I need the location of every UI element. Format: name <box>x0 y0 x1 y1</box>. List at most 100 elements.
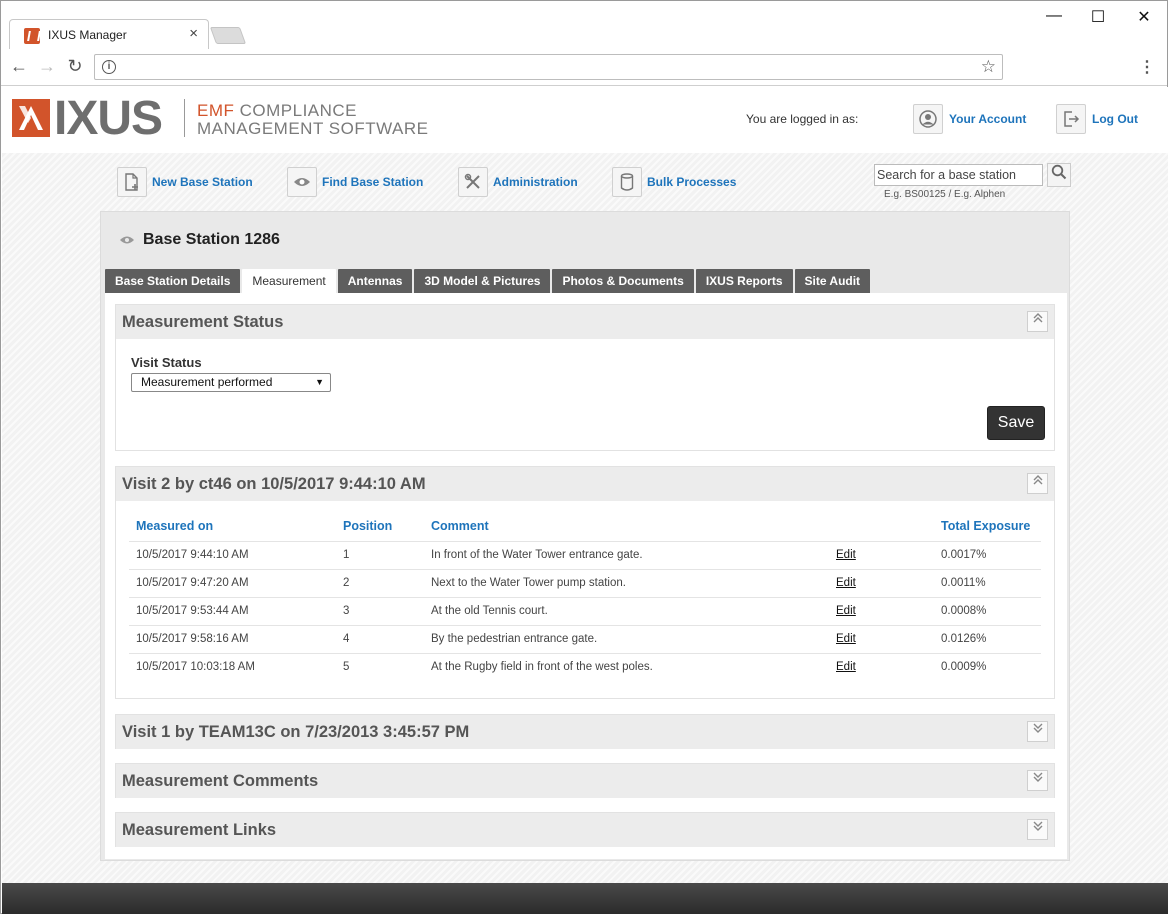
column-header-position[interactable]: Position <box>336 511 424 541</box>
table-row: 10/5/2017 9:47:20 AM 2 Next to the Water… <box>129 568 1041 597</box>
tab-photos-documents[interactable]: Photos & Documents <box>552 269 694 293</box>
panel-header[interactable]: Measurement Links <box>116 813 1054 847</box>
minimize-button[interactable]: — <box>1031 7 1077 25</box>
panel-header[interactable]: Measurement Comments <box>116 764 1054 798</box>
base-station-title: Base Station 1286 <box>143 231 280 248</box>
nav-find-base-station[interactable]: Find Base Station <box>287 167 423 197</box>
address-bar[interactable]: i ☆ <box>94 54 1003 80</box>
visit-status-label: Visit Status <box>131 355 202 370</box>
visit-2-panel: Visit 2 by ct46 on 10/5/2017 9:44:10 AM … <box>115 466 1055 699</box>
base-station-search-input[interactable] <box>874 164 1043 186</box>
measurement-tab-body: Measurement Status Visit Status Measurem… <box>105 293 1067 859</box>
visit-1-panel[interactable]: Visit 1 by TEAM13C on 7/23/2013 3:45:57 … <box>115 714 1055 749</box>
measured-on-cell: 10/5/2017 10:03:18 AM <box>129 652 336 681</box>
comment-cell: By the pedestrian entrance gate. <box>424 624 829 653</box>
base-station-card: Base Station 1286 Base Station Details M… <box>100 211 1070 861</box>
browser-toolbar: ← → ↻ i ☆ ⋮ <box>1 49 1167 86</box>
page-footer <box>2 883 1168 914</box>
browser-menu-icon[interactable]: ⋮ <box>1139 57 1155 77</box>
new-tab-button[interactable] <box>209 27 247 44</box>
browser-window: IXUS Manager × — ☐ ✕ ← → ↻ i ☆ ⋮ IXUS EM… <box>0 0 1168 914</box>
comment-cell: At the Rugby field in front of the west … <box>424 652 829 681</box>
expand-down-icon[interactable] <box>1027 819 1048 840</box>
exposure-cell: 0.0008% <box>934 596 1041 625</box>
eye-icon <box>119 233 135 248</box>
panel-title: Measurement Links <box>122 821 277 839</box>
comment-cell: In front of the Water Tower entrance gat… <box>424 540 829 569</box>
maximize-button[interactable]: ☐ <box>1075 7 1121 27</box>
forward-button[interactable]: → <box>35 56 59 77</box>
panel-title: Measurement Comments <box>122 772 319 790</box>
panel-header[interactable]: Visit 1 by TEAM13C on 7/23/2013 3:45:57 … <box>116 715 1054 749</box>
edit-link[interactable]: Edit <box>836 549 856 561</box>
reload-button[interactable]: ↻ <box>63 56 87 77</box>
collapse-up-icon[interactable] <box>1027 311 1048 332</box>
panel-header[interactable]: Visit 2 by ct46 on 10/5/2017 9:44:10 AM <box>116 467 1054 501</box>
title-bar: IXUS Manager × — ☐ ✕ <box>1 1 1167 49</box>
edit-link[interactable]: Edit <box>836 577 856 589</box>
measured-on-cell: 10/5/2017 9:44:10 AM <box>129 540 336 569</box>
expand-down-icon[interactable] <box>1027 770 1048 791</box>
measurement-links-panel[interactable]: Measurement Links <box>115 812 1055 847</box>
tab-measurement[interactable]: Measurement <box>242 269 336 294</box>
expand-down-icon[interactable] <box>1027 721 1048 742</box>
bookmark-star-icon[interactable]: ☆ <box>981 57 996 77</box>
dropdown-arrow-icon: ▼ <box>315 377 324 387</box>
measurement-comments-panel[interactable]: Measurement Comments <box>115 763 1055 798</box>
close-window-button[interactable]: ✕ <box>1121 7 1167 27</box>
logo-tagline-1: EMF COMPLIANCE <box>197 101 357 121</box>
save-button[interactable]: Save <box>987 406 1045 440</box>
tab-close-icon[interactable]: × <box>189 25 198 42</box>
position-cell: 1 <box>336 540 424 569</box>
your-account-button[interactable]: Your Account <box>913 104 1026 134</box>
exposure-cell: 0.0017% <box>934 540 1041 569</box>
measured-on-cell: 10/5/2017 9:53:44 AM <box>129 596 336 625</box>
tab-bar: Base Station Details Measurement Antenna… <box>105 269 872 294</box>
nav-administration[interactable]: Administration <box>458 167 578 197</box>
column-header-comment[interactable]: Comment <box>424 511 829 541</box>
new-document-icon <box>117 167 147 197</box>
tab-ixus-reports[interactable]: IXUS Reports <box>695 269 793 293</box>
position-cell: 5 <box>336 652 424 681</box>
logout-icon <box>1056 104 1086 134</box>
measured-on-cell: 10/5/2017 9:58:16 AM <box>129 624 336 653</box>
column-header-total-exposure[interactable]: Total Exposure <box>934 511 1041 541</box>
browser-tab[interactable]: IXUS Manager × <box>9 19 209 49</box>
log-out-button[interactable]: Log Out <box>1056 104 1138 134</box>
edit-link[interactable]: Edit <box>836 605 856 617</box>
edit-cell: Edit <box>829 652 934 681</box>
tab-site-audit[interactable]: Site Audit <box>794 269 871 293</box>
search-hint: E.g. BS00125 / E.g. Alphen <box>884 189 1006 200</box>
position-cell: 3 <box>336 596 424 625</box>
column-header-measured-on[interactable]: Measured on <box>129 511 336 541</box>
edit-link[interactable]: Edit <box>836 633 856 645</box>
exposure-cell: 0.0126% <box>934 624 1041 653</box>
edit-link[interactable]: Edit <box>836 661 856 673</box>
nav-label: Bulk Processes <box>647 175 737 189</box>
nav-bulk-processes[interactable]: Bulk Processes <box>612 167 736 197</box>
logo-tagline-emf: EMF <box>197 101 235 120</box>
table-row: 10/5/2017 9:53:44 AM 3 At the old Tennis… <box>129 596 1041 625</box>
tools-icon <box>458 167 488 197</box>
tab-3d-model-pictures[interactable]: 3D Model & Pictures <box>414 269 551 293</box>
column-header-actions <box>829 511 934 541</box>
exposure-cell: 0.0011% <box>934 568 1041 597</box>
table-row: 10/5/2017 9:58:16 AM 4 By the pedestrian… <box>129 624 1041 653</box>
your-account-label: Your Account <box>949 112 1027 126</box>
tab-base-station-details[interactable]: Base Station Details <box>105 269 241 293</box>
nav-label: New Base Station <box>152 175 253 189</box>
collapse-up-icon[interactable] <box>1027 473 1048 494</box>
info-icon[interactable]: i <box>102 60 116 74</box>
search-icon <box>1051 164 1067 180</box>
tab-antennas[interactable]: Antennas <box>337 269 413 293</box>
nav-new-base-station[interactable]: New Base Station <box>117 167 253 197</box>
edit-cell: Edit <box>829 624 934 653</box>
search-button[interactable] <box>1047 163 1071 187</box>
nav-label: Find Base Station <box>322 175 424 189</box>
back-button[interactable]: ← <box>7 56 31 77</box>
panel-header[interactable]: Measurement Status <box>116 305 1054 339</box>
visit-status-select[interactable]: Measurement performed ▼ <box>131 373 331 392</box>
panel-title: Visit 2 by ct46 on 10/5/2017 9:44:10 AM <box>122 475 426 493</box>
table-header-row: Measured on Position Comment Total Expos… <box>129 511 1041 541</box>
database-icon <box>612 167 642 197</box>
